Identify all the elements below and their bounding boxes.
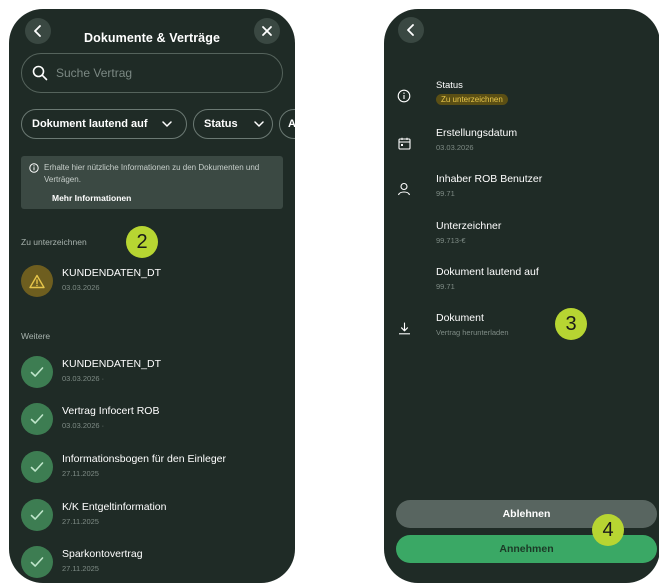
documents-list-screen: Dokumente & Verträge Suche Vertrag Dokum… xyxy=(9,9,295,583)
list-item-date: 27.11.2025 xyxy=(62,564,99,573)
detail-value: 03.03.2026 xyxy=(436,143,474,152)
detail-value: 99.71 xyxy=(436,282,455,291)
filter-chip-label: Status xyxy=(204,118,238,130)
filter-chip-more[interactable]: A xyxy=(279,109,295,139)
step-badge-2: 2 xyxy=(126,226,158,258)
detail-label: Dokument lautend auf xyxy=(436,266,539,278)
detail-owner: Inhaber ROB Benutzer 99.71 xyxy=(394,173,650,209)
filter-chip-label: Dokument lautend auf xyxy=(32,118,148,130)
list-item-title: KUNDENDATEN_DT xyxy=(62,358,161,370)
info-icon xyxy=(394,86,414,106)
list-item-title: Vertrag Infocert ROB xyxy=(62,405,160,417)
filter-chip-document[interactable]: Dokument lautend auf xyxy=(21,109,187,139)
chevron-down-icon xyxy=(161,121,172,128)
list-item-date: 03.03.2026 xyxy=(62,283,100,292)
info-box: Erhalte hier nützliche Informationen zu … xyxy=(21,156,283,209)
check-icon xyxy=(21,451,53,483)
detail-value: 99.713-€ xyxy=(436,236,466,245)
document-detail-screen: Status Zu unterzeichnen Erstellungsdatum… xyxy=(384,9,659,583)
detail-created-date: Erstellungsdatum 03.03.2026 xyxy=(394,127,650,163)
detail-status: Status Zu unterzeichnen xyxy=(394,80,650,116)
chevron-left-icon xyxy=(407,24,414,36)
detail-document-holder: Dokument lautend auf 99.71 xyxy=(394,266,650,302)
info-icon xyxy=(29,163,39,173)
page-title: Dokumente & Verträge xyxy=(83,31,221,45)
download-link[interactable]: Vertrag herunterladen xyxy=(436,328,509,337)
detail-label: Status xyxy=(436,80,463,91)
list-item[interactable]: KUNDENDATEN_DT 03.03.2026 xyxy=(21,265,291,299)
detail-signer: Unterzeichner 99.713-€ xyxy=(394,220,650,256)
warning-icon xyxy=(21,265,53,297)
close-button[interactable] xyxy=(254,18,280,44)
detail-value: 99.71 xyxy=(436,189,455,198)
search-input[interactable]: Suche Vertrag xyxy=(21,53,283,93)
check-icon xyxy=(21,403,53,435)
detail-label: Erstellungsdatum xyxy=(436,127,518,139)
filter-chip-label: A xyxy=(288,118,295,130)
chevron-down-icon xyxy=(253,121,264,128)
download-icon xyxy=(394,318,414,338)
calendar-icon xyxy=(394,133,414,153)
check-icon xyxy=(21,546,53,578)
list-item-title: K/K Entgeltinformation xyxy=(62,501,167,513)
close-icon xyxy=(262,26,272,36)
list-item-date: 27.11.2025 xyxy=(62,517,99,526)
list-item[interactable]: Informationsbogen für den Einleger 27.11… xyxy=(21,451,291,485)
filter-chips: Dokument lautend auf Status A xyxy=(21,109,295,139)
check-icon xyxy=(21,356,53,388)
list-item-date: 27.11.2025 xyxy=(62,469,99,478)
list-item-date: 03.03.2026 · xyxy=(62,421,105,430)
detail-label: Unterzeichner xyxy=(436,220,502,232)
person-icon xyxy=(394,179,414,199)
list-item[interactable]: K/K Entgeltinformation 27.11.2025 xyxy=(21,499,291,533)
list-item-title: KUNDENDATEN_DT xyxy=(62,267,161,279)
step-badge-4: 4 xyxy=(592,514,624,546)
list-item[interactable]: Sparkontovertrag 27.11.2025 xyxy=(21,546,291,580)
section-label-to-sign: Zu unterzeichnen xyxy=(21,237,87,247)
status-badge: Zu unterzeichnen xyxy=(436,94,508,105)
back-button[interactable] xyxy=(398,17,424,43)
more-info-link[interactable]: Mehr Informationen xyxy=(52,193,131,203)
info-text: Erhalte hier nützliche Informationen zu … xyxy=(44,163,260,184)
list-item-date: 03.03.2026 · xyxy=(62,374,105,383)
list-item-title: Sparkontovertrag xyxy=(62,548,143,560)
list-item-title: Informationsbogen für den Einleger xyxy=(62,453,227,465)
download-document-row[interactable]: Dokument Vertrag herunterladen xyxy=(394,312,650,348)
search-placeholder: Suche Vertrag xyxy=(56,66,133,80)
filter-chip-status[interactable]: Status xyxy=(193,109,273,139)
check-icon xyxy=(21,499,53,531)
detail-label: Dokument xyxy=(436,312,484,324)
section-label-other: Weitere xyxy=(21,331,51,341)
step-badge-3: 3 xyxy=(555,308,587,340)
list-item[interactable]: KUNDENDATEN_DT 03.03.2026 · xyxy=(21,356,291,390)
list-item[interactable]: Vertrag Infocert ROB 03.03.2026 · xyxy=(21,403,291,437)
detail-label: Inhaber ROB Benutzer xyxy=(436,173,543,185)
search-icon xyxy=(32,65,48,81)
